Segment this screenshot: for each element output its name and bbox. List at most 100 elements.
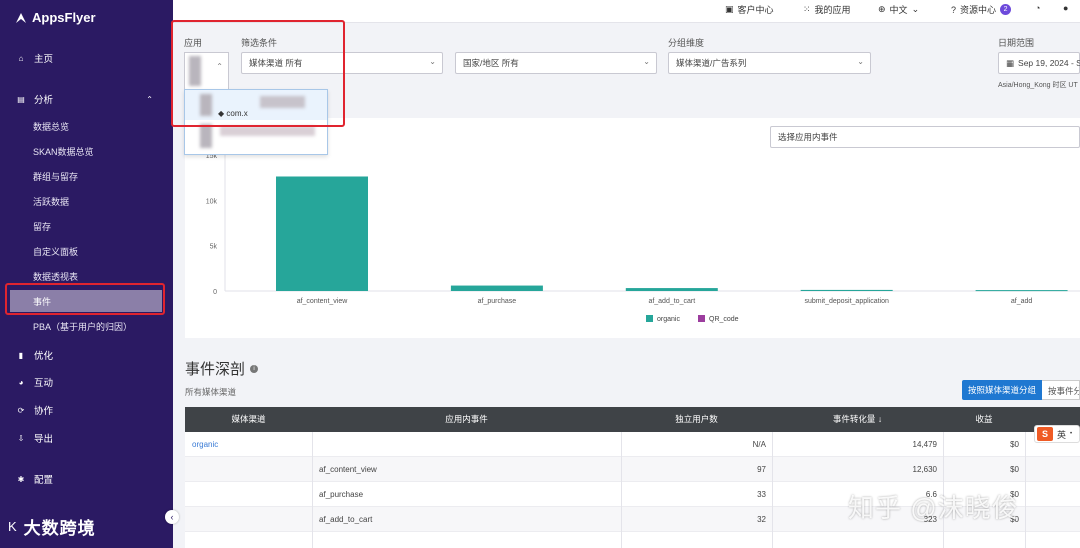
date-range-label: 日期范围 — [998, 38, 1035, 48]
export-icon: ⇩ — [17, 433, 25, 443]
chart-bar — [975, 290, 1068, 292]
chart-bar — [625, 288, 718, 291]
resource-center-label: 资源中心 — [960, 5, 997, 15]
col-header-media[interactable]: 媒体渠道 — [185, 407, 312, 432]
chart-bar — [800, 289, 893, 291]
watermark-left-text: 大数跨境 — [23, 519, 96, 538]
country-value: 国家/地区 所有 — [463, 58, 519, 68]
col-header-conversions-label: 事件转化量 — [832, 414, 876, 424]
customer-center-label: 客户中心 — [737, 5, 774, 15]
group-by-event-button[interactable]: 按事件分 — [1042, 380, 1080, 400]
nav-analysis[interactable]: ▤ 分析 ⌃ — [0, 88, 173, 110]
date-range-picker[interactable]: ▦ Sep 19, 2024 - S — [998, 52, 1080, 74]
brand-name: AppsFlyer — [32, 10, 96, 25]
col-header-users[interactable]: 独立用户数 — [621, 407, 772, 432]
resource-center-link[interactable]: ? 资源中心 2 — [951, 3, 1012, 16]
nav-optimize[interactable]: ▮ 优化 — [0, 344, 173, 366]
engage-icon: ◕ — [18, 377, 24, 387]
chevron-up-icon: ⌃ — [146, 94, 153, 104]
nav-engage[interactable]: ◕ 互动 — [0, 371, 173, 393]
nav-collaborate[interactable]: ⟳ 协作 — [0, 399, 173, 421]
appsflyer-logo[interactable]: AppsFlyer — [14, 10, 96, 25]
help-icon: ? — [951, 4, 957, 15]
x-tick-label: af_add — [1011, 298, 1033, 305]
ime-language-label: 英 — [1057, 429, 1067, 440]
home-icon: ⌂ — [18, 53, 24, 63]
cell-conversions: 14,479 — [912, 440, 937, 449]
nav-home[interactable]: ⌂ 主页 — [0, 47, 173, 69]
chevron-down-icon: ⌄ — [911, 4, 920, 14]
timezone-text: Asia/Hong_Kong 时区 UT — [998, 82, 1078, 89]
sidebar-subitem[interactable]: 群组与留存 — [0, 165, 173, 187]
sidebar-subitem[interactable]: 数据总览 — [0, 115, 173, 137]
bell-icon[interactable]: ◔ — [1035, 3, 1040, 13]
cell-users: 33 — [757, 490, 766, 499]
chevron-down-icon: ⌄ — [857, 57, 864, 66]
cell-users: 97 — [757, 465, 766, 474]
legend-label: QR_code — [709, 316, 739, 323]
appsflyer-logo-icon — [16, 12, 26, 23]
column-divider — [621, 432, 622, 548]
calendar-icon: ▦ — [1006, 57, 1015, 68]
group-by-media-button[interactable]: 按照媒体渠道分组 — [962, 380, 1042, 400]
analysis-icon: ▤ — [17, 94, 25, 104]
event-select[interactable]: 选择应用内事件 — [770, 126, 1080, 148]
cell-users: N/A — [752, 440, 766, 449]
language-selector[interactable]: ⊕ 中文 ⌄ — [878, 3, 919, 16]
y-tick-label: 5k — [210, 244, 218, 251]
sidebar-subitem[interactable]: 自定义面板 — [0, 240, 173, 262]
col-header-conversions[interactable]: 事件转化量 ↓ — [772, 407, 943, 432]
customer-center-link[interactable]: ▣ 客户中心 — [725, 3, 774, 16]
section-title: 事件深剖 i — [185, 358, 259, 379]
info-icon[interactable]: i — [250, 364, 259, 373]
collapse-sidebar-button[interactable]: ‹ — [165, 510, 179, 524]
sidebar-subitem[interactable]: SKAN数据总览 — [0, 140, 173, 162]
group-by-label: 分组维度 — [668, 38, 705, 48]
column-divider — [1025, 432, 1026, 548]
watermark-right: 知乎 @沫晓俊 — [848, 493, 1019, 523]
chevron-down-icon: ⌄ — [643, 57, 650, 66]
sidebar-subitem[interactable]: PBA（基于用户的归因） — [0, 315, 173, 337]
column-divider — [312, 432, 313, 548]
col-header-revenue[interactable]: 收益 — [943, 407, 1025, 432]
gear-icon: ✱ — [17, 474, 25, 484]
grid-icon: ⁙ — [803, 4, 811, 14]
cell-event: af_content_view — [319, 465, 377, 474]
group-by-value: 媒体渠道/广告系列 — [676, 58, 747, 68]
chart-bar — [276, 176, 368, 291]
user-icon[interactable]: ● — [1063, 3, 1068, 13]
cell-media[interactable]: organic — [192, 432, 218, 457]
sidebar: AppsFlyer ⌂ 主页 ▤ 分析 ⌃ 数据总览 SKAN数据总览 群组与留存活… — [0, 0, 173, 548]
highlight-events-nav — [5, 283, 165, 315]
group-by-select[interactable]: 媒体渠道/广告系列 ⌄ — [668, 52, 871, 74]
ime-dot-icon: • — [1070, 431, 1073, 437]
watermark-left: K 大数跨境 — [8, 514, 96, 539]
x-tick-label: af_add_to_cart — [648, 298, 695, 305]
nav-home-label: 主页 — [34, 54, 54, 65]
y-tick-label: 10k — [206, 198, 218, 205]
x-tick-label: submit_deposit_application — [804, 298, 889, 305]
highlight-app-filter — [171, 20, 345, 127]
cell-event: af_purchase — [319, 490, 364, 499]
table-header: 媒体渠道 应用内事件 独立用户数 事件转化量 ↓ 收益 — [185, 407, 1080, 432]
ime-toolbar[interactable]: S 英 • — [1034, 425, 1080, 443]
nav-export-label: 导出 — [34, 434, 54, 445]
cell-users: 32 — [757, 515, 766, 524]
sidebar-subitem[interactable]: 留存 — [0, 215, 173, 237]
col-header-event[interactable]: 应用内事件 — [312, 407, 621, 432]
country-select[interactable]: 国家/地区 所有 ⌄ — [455, 52, 657, 74]
section-subtitle: 所有媒体渠道 — [185, 387, 237, 397]
x-tick-label: af_content_view — [297, 298, 349, 305]
my-apps-link[interactable]: ⁙ 我的应用 — [803, 3, 851, 16]
cell-conversions: 12,630 — [912, 465, 937, 474]
sidebar-subitem[interactable]: 活跃数据 — [0, 190, 173, 212]
chevron-down-icon: ⌄ — [429, 57, 436, 66]
nav-export[interactable]: ⇩ 导出 — [0, 427, 173, 449]
chat-icon: ▣ — [725, 4, 734, 14]
nav-collaborate-label: 协作 — [34, 406, 54, 417]
table-row: organic N/A 14,479 $0 — [185, 432, 1080, 457]
nav-config[interactable]: ✱ 配置 — [0, 468, 173, 490]
cell-revenue: $0 — [1010, 465, 1019, 474]
date-range-value: Sep 19, 2024 - S — [1018, 58, 1080, 68]
globe-icon: ⊕ — [878, 4, 886, 14]
